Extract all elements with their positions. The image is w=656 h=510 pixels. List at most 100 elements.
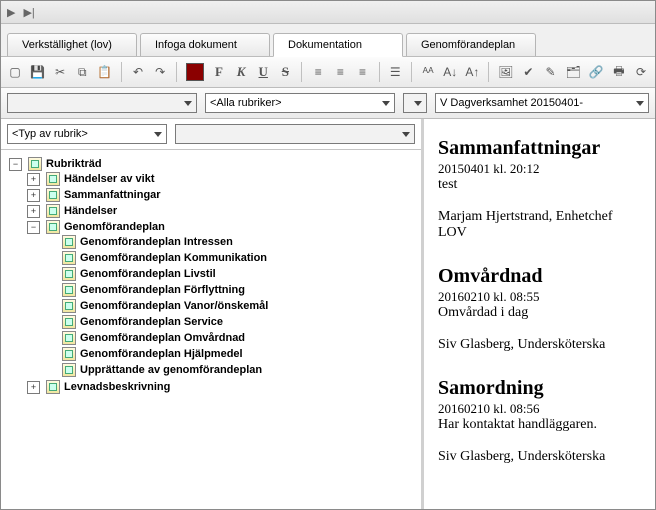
tree-node[interactable]: Genomförandeplan Vanor/önskemål xyxy=(45,299,417,313)
redo-icon[interactable]: ↷ xyxy=(152,61,168,83)
tree-label: Genomförandeplan Livstil xyxy=(80,268,216,280)
tab-genomforandeplan[interactable]: Genomförandeplan xyxy=(406,33,536,56)
filter-small[interactable] xyxy=(403,93,427,113)
tree-label: Genomförandeplan Hjälpmedel xyxy=(80,348,243,360)
entry-body: Har kontaktat handläggaren. xyxy=(438,417,641,433)
align-center-icon[interactable]: ≡ xyxy=(332,61,348,83)
item-icon xyxy=(46,204,60,218)
rubrik-tree[interactable]: − Rubrikträd + Händelser av vikt + Sammanfa… xyxy=(1,150,421,510)
sort-asc-icon[interactable]: A↓ xyxy=(442,61,458,83)
tree-node[interactable]: Genomförandeplan Intressen xyxy=(45,235,417,249)
find-replace-icon[interactable]: ᴬᴬ xyxy=(420,61,436,83)
tree-label: Genomförandeplan Intressen xyxy=(80,236,233,248)
nav-prev-icon[interactable]: ▶ xyxy=(7,6,15,19)
new-icon[interactable]: ▢ xyxy=(7,61,23,83)
entry-title: Omvårdnad xyxy=(438,265,641,288)
tree-label: Genomförandeplan Förflyttning xyxy=(80,284,245,296)
journal-entry: Samordning20160210 kl. 08:56Har kontakta… xyxy=(438,377,641,465)
tree-node[interactable]: Genomförandeplan Livstil xyxy=(45,267,417,281)
link-icon[interactable]: 🔗 xyxy=(588,61,605,83)
expand-icon[interactable]: + xyxy=(27,173,40,186)
filter-combo-1[interactable] xyxy=(7,93,197,113)
tree-label: Sammanfattningar xyxy=(64,189,161,201)
tree-label: Genomförandeplan Vanor/önskemål xyxy=(80,300,268,312)
tree-node[interactable]: + Levnadsbeskrivning xyxy=(27,380,417,394)
item-icon xyxy=(62,235,76,249)
tree-node[interactable]: Genomförandeplan Omvårdnad xyxy=(45,331,417,345)
refresh-icon[interactable]: ⟳ xyxy=(633,61,649,83)
titlebar: ▶ ▶| xyxy=(1,1,655,24)
tree-label: Rubrikträd xyxy=(46,158,102,170)
italic-button[interactable]: K xyxy=(233,61,249,83)
item-icon xyxy=(62,283,76,297)
tree-node[interactable]: Upprättande av genomförandeplan xyxy=(45,363,417,377)
tab-label: Genomförandeplan xyxy=(421,39,515,51)
collapse-icon[interactable]: − xyxy=(9,158,22,171)
tree-node[interactable]: + Händelser av vikt xyxy=(27,172,417,186)
sort-desc-icon[interactable]: A↑ xyxy=(464,61,480,83)
tab-dokumentation[interactable]: Dokumentation xyxy=(273,33,403,57)
split-view: <Typ av rubrik> − Rubrikträd + Händelser … xyxy=(1,119,655,510)
item-icon xyxy=(62,315,76,329)
save-icon[interactable]: 💾 xyxy=(29,61,46,83)
entry-signature: Siv Glasberg, Undersköterska xyxy=(438,337,641,353)
strike-button[interactable]: S xyxy=(277,61,293,83)
separator xyxy=(121,62,122,82)
tab-label: Infoga dokument xyxy=(155,39,237,51)
separator xyxy=(379,62,380,82)
expand-icon[interactable]: + xyxy=(27,205,40,218)
tree-node[interactable]: + Sammanfattningar xyxy=(27,188,417,202)
entry-title: Samordning xyxy=(438,377,641,400)
tab-verkstallighet[interactable]: Verkställighet (lov) xyxy=(7,33,137,56)
tree-node[interactable]: Genomförandeplan Förflyttning xyxy=(45,283,417,297)
spellcheck-icon[interactable]: ✔ xyxy=(520,61,536,83)
collapse-icon[interactable]: − xyxy=(27,221,40,234)
entry-title: Sammanfattningar xyxy=(438,137,641,160)
font-color-icon[interactable] xyxy=(185,61,205,83)
tree-label: Genomförandeplan Kommunikation xyxy=(80,252,267,264)
rubrik-type-combo[interactable]: <Typ av rubrik> xyxy=(7,124,167,144)
item-icon xyxy=(46,380,60,394)
filter-verksamhet[interactable]: V Dagverksamhet 20150401- xyxy=(435,93,649,113)
tree-node[interactable]: Genomförandeplan Service xyxy=(45,315,417,329)
rubrik-blank-combo[interactable] xyxy=(175,124,415,144)
undo-icon[interactable]: ↶ xyxy=(130,61,146,83)
app-window: ▶ ▶| Verkställighet (lov) Infoga dokumen… xyxy=(0,0,656,510)
nav-next-icon[interactable]: ▶| xyxy=(23,6,34,19)
align-left-icon[interactable]: ≡ xyxy=(310,61,326,83)
entry-signature: Siv Glasberg, Undersköterska xyxy=(438,449,641,465)
separator xyxy=(301,62,302,82)
align-right-icon[interactable]: ≡ xyxy=(354,61,370,83)
cut-icon[interactable]: ✂ xyxy=(52,61,68,83)
item-icon xyxy=(46,172,60,186)
bold-button[interactable]: F xyxy=(211,61,227,83)
tree-node[interactable]: Genomförandeplan Hjälpmedel xyxy=(45,347,417,361)
tab-infoga-dokument[interactable]: Infoga dokument xyxy=(140,33,270,56)
underline-button[interactable]: U xyxy=(255,61,271,83)
insert-image-icon[interactable]: 🖼 xyxy=(497,61,514,83)
tree-node[interactable]: + Händelser xyxy=(27,204,417,218)
item-icon xyxy=(46,188,60,202)
paste-icon[interactable]: 📋 xyxy=(96,61,113,83)
expand-icon[interactable]: + xyxy=(27,189,40,202)
tree-node[interactable]: Genomförandeplan Kommunikation xyxy=(45,251,417,265)
tree-label: Händelser av vikt xyxy=(64,173,155,185)
item-icon xyxy=(62,363,76,377)
print-icon[interactable]: 🖶 xyxy=(611,61,627,83)
tree-label: Levnadsbeskrivning xyxy=(64,381,170,393)
journal-entry: Omvårdnad20160210 kl. 08:55Omvårdad i da… xyxy=(438,265,641,353)
expand-icon[interactable]: + xyxy=(27,381,40,394)
tree-root[interactable]: − Rubrikträd xyxy=(9,157,417,171)
register-icon[interactable]: 🗂 xyxy=(565,61,582,83)
entry-body: test xyxy=(438,177,641,193)
copy-icon[interactable]: ⧉ xyxy=(74,61,90,83)
tree-node[interactable]: −Genomförandeplan xyxy=(27,220,417,234)
tab-label: Dokumentation xyxy=(288,39,362,51)
sign-icon[interactable]: ✎ xyxy=(542,61,558,83)
filter-rubriker[interactable]: <Alla rubriker> xyxy=(205,93,395,113)
tree-label: Genomförandeplan Service xyxy=(80,316,223,328)
document-pane: Sammanfattningar20150401 kl. 20:12testMa… xyxy=(424,119,655,510)
bullet-list-icon[interactable]: ☰ xyxy=(387,61,403,83)
filter-value: <Alla rubriker> xyxy=(210,97,282,109)
tree-label: Händelser xyxy=(64,205,117,217)
